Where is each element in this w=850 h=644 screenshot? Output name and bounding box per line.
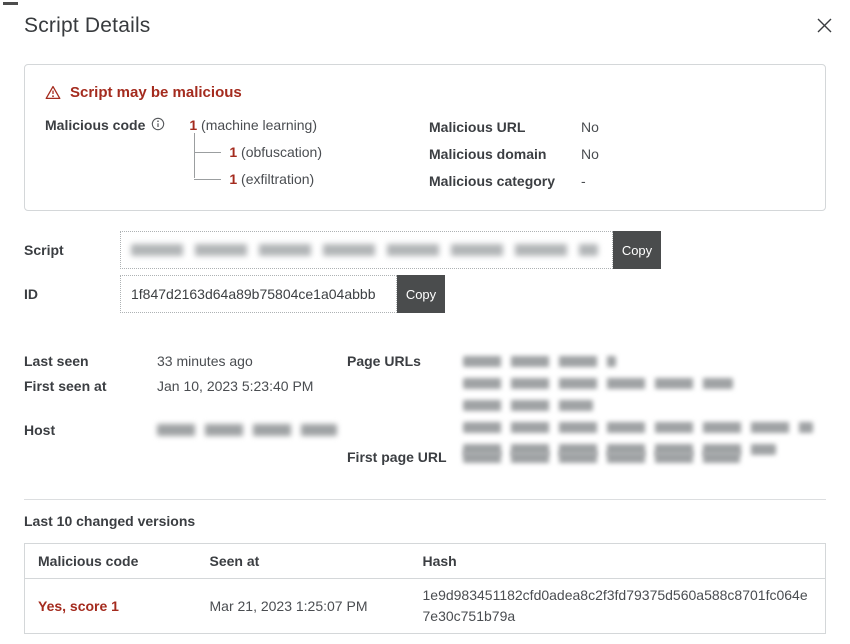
score-label: (exfiltration): [241, 171, 314, 187]
dialog-header: Script Details: [24, 14, 826, 38]
redacted-script-url: [131, 244, 598, 256]
first-seen-row: First seen at Jan 10, 2023 5:23:40 PM: [24, 376, 347, 396]
first-seen-label: First seen at: [24, 378, 157, 394]
id-row: ID 1f847d2163d64a89b75804ce1a04abbb Copy: [24, 275, 826, 313]
redacted-first-page-url: [463, 452, 740, 463]
screen-artifact: [3, 2, 18, 5]
malicious-indicators: Malicious URL No Malicious domain No Mal…: [429, 116, 805, 199]
column-header-malicious-code: Malicious code: [25, 544, 197, 579]
first-seen-value: Jan 10, 2023 5:23:40 PM: [157, 378, 313, 394]
script-row: Script Copy: [24, 231, 826, 269]
host-label: Host: [24, 422, 157, 438]
score-label: (obfuscation): [241, 144, 322, 160]
warning-heading-text: Script may be malicious: [70, 84, 242, 101]
warning-triangle-icon: [45, 85, 61, 100]
script-id-field: 1f847d2163d64a89b75804ce1a04abbb: [120, 275, 397, 313]
field-label: Malicious URL: [429, 118, 581, 136]
score-value: 1: [229, 171, 237, 187]
seen-at-cell: Mar 21, 2023 1:25:07 PM: [197, 579, 410, 634]
field-value: No: [581, 145, 599, 163]
score-value: 1: [189, 117, 197, 133]
table-header-row: Malicious code Seen at Hash: [25, 544, 826, 579]
malicious-url-row: Malicious URL No: [429, 118, 805, 136]
host-row: Host: [24, 420, 347, 440]
last-seen-row: Last seen 33 minutes ago: [24, 351, 347, 371]
score-value: 1: [229, 144, 237, 160]
malicious-warning-panel: Script may be malicious Malicious code: [24, 64, 826, 211]
redacted-page-url: [463, 400, 593, 411]
id-label: ID: [24, 286, 120, 302]
malicious-domain-row: Malicious domain No: [429, 145, 805, 163]
score-label: (machine learning): [201, 117, 317, 133]
versions-heading: Last 10 changed versions: [24, 513, 826, 529]
script-id-value: 1f847d2163d64a89b75804ce1a04abbb: [131, 286, 375, 302]
last-seen-value: 33 minutes ago: [157, 353, 253, 369]
first-page-url-label: First page URL: [347, 447, 463, 469]
column-header-hash: Hash: [410, 544, 826, 579]
column-header-seen-at: Seen at: [197, 544, 410, 579]
info-icon: [151, 117, 165, 131]
malicious-code-tree: 1 (machine learning) 1 (obfuscation) 1 (…: [189, 116, 322, 199]
copy-id-button[interactable]: Copy: [397, 275, 445, 313]
hash-cell: 1e9d983451182cfd0adea8c2f3fd79375d560a58…: [410, 579, 826, 634]
close-icon: [816, 17, 833, 34]
malicious-code-cell: Yes, score 1: [25, 579, 197, 634]
script-details-dialog: Script Details Script may be malicious M…: [0, 0, 850, 644]
redacted-page-url: [463, 422, 813, 433]
field-value: -: [581, 172, 586, 190]
field-value: No: [581, 118, 599, 136]
redacted-host: [157, 424, 337, 436]
copy-fields-section: Script Copy ID 1f847d2163d64a89b75804ce1…: [24, 231, 826, 313]
info-tooltip-button[interactable]: [151, 117, 165, 131]
tree-child: 1 (obfuscation): [229, 143, 322, 161]
script-label: Script: [24, 242, 120, 258]
malicious-category-row: Malicious category -: [429, 172, 805, 190]
close-button[interactable]: [811, 12, 837, 38]
redacted-page-url: [463, 378, 733, 389]
copy-script-button[interactable]: Copy: [613, 231, 661, 269]
field-label: Malicious domain: [429, 145, 581, 163]
field-label: Malicious category: [429, 172, 581, 190]
last-seen-label: Last seen: [24, 353, 157, 369]
section-divider: [24, 499, 826, 500]
script-url-field: [120, 231, 613, 269]
tree-child: 1 (exfiltration): [229, 170, 322, 188]
warning-heading: Script may be malicious: [45, 84, 805, 101]
versions-table: Malicious code Seen at Hash Yes, score 1…: [24, 543, 826, 634]
redacted-page-url: [463, 356, 616, 367]
tree-root: 1 (machine learning): [189, 116, 322, 134]
malicious-code-label: Malicious code: [45, 116, 165, 199]
table-row: Yes, score 1 Mar 21, 2023 1:25:07 PM 1e9…: [25, 579, 826, 634]
page-title: Script Details: [24, 14, 826, 38]
